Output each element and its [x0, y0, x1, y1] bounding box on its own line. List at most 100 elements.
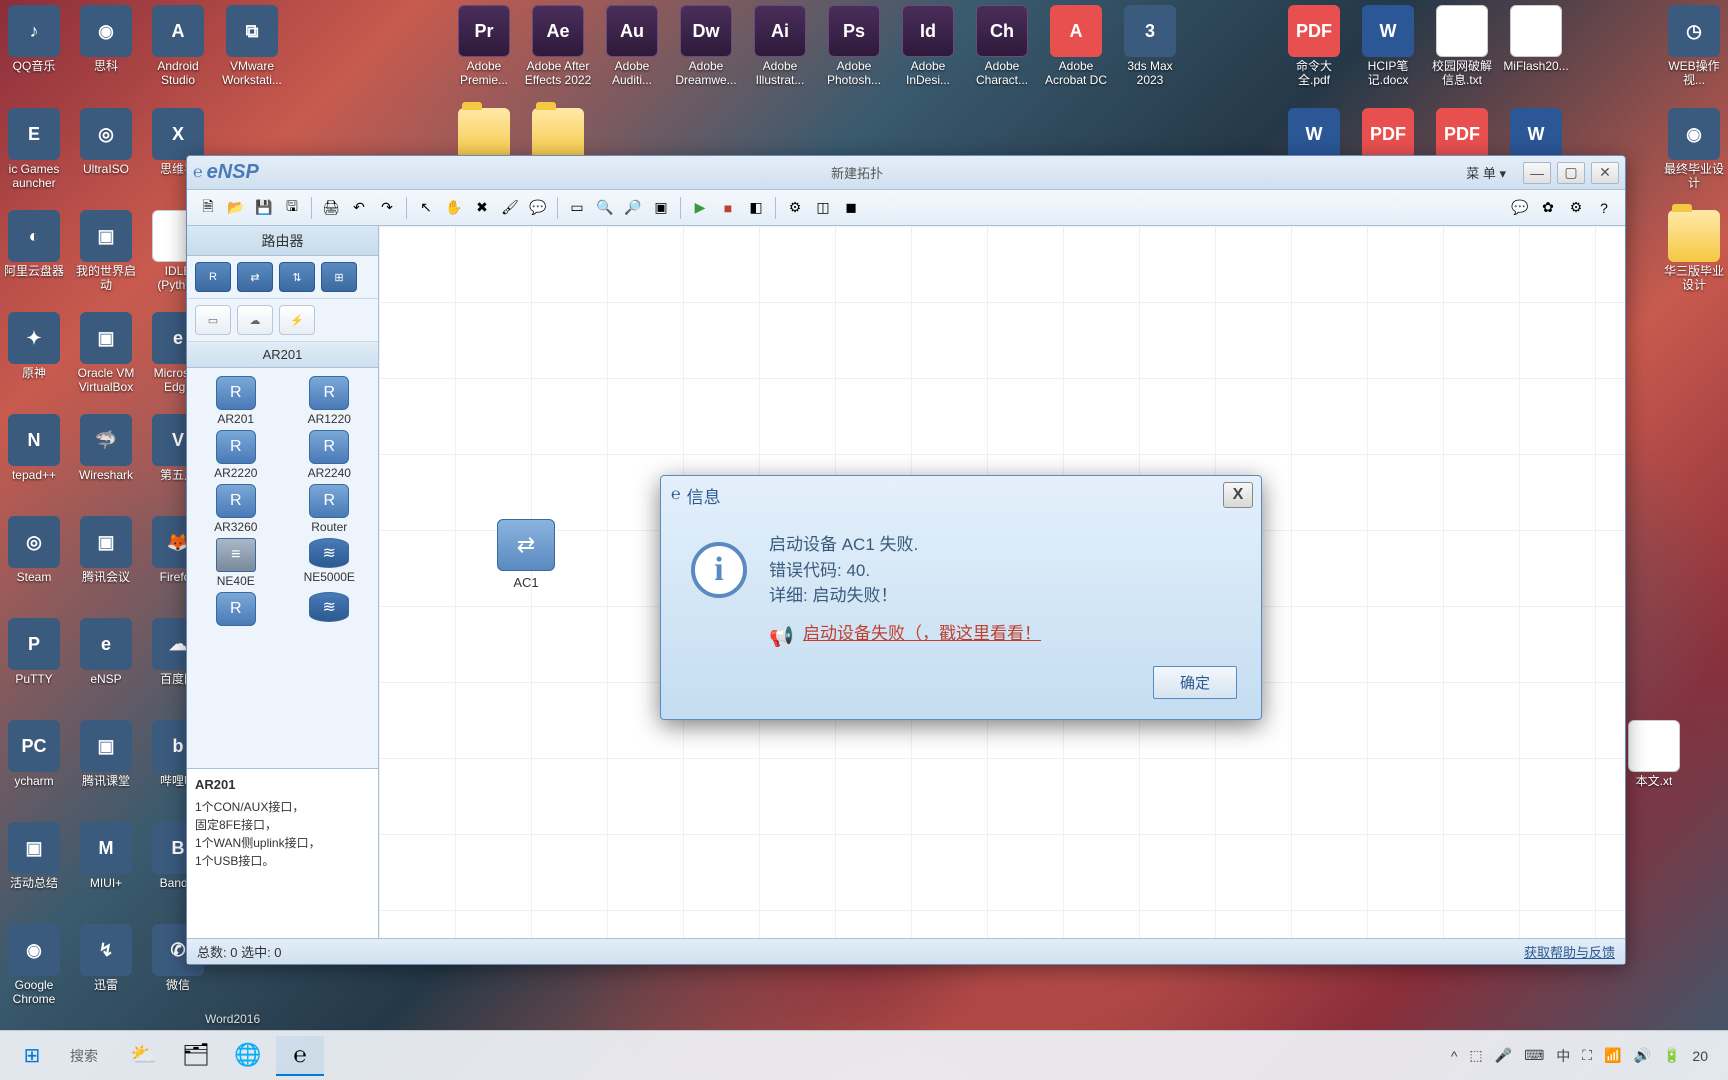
toolbar-fit-button[interactable]: ▣ [648, 195, 674, 221]
search-box[interactable]: 搜索 [60, 1038, 116, 1074]
desktop-icon[interactable]: ◷WEB操作视... [1660, 5, 1728, 88]
toolbar-zoom-out-button[interactable]: 🔍 [592, 195, 618, 221]
desktop-icon[interactable]: ≡MiFlash20... [1502, 5, 1570, 74]
desktop-icon[interactable]: PCycharm [0, 720, 68, 789]
desktop-icon[interactable]: ▣腾讯课堂 [72, 720, 140, 789]
minimize-button[interactable]: — [1523, 162, 1551, 184]
category-button[interactable]: ⇄ [237, 262, 273, 292]
toolbar-select-button[interactable]: ↖ [413, 195, 439, 221]
toolbar-help-button[interactable]: ? [1591, 195, 1617, 221]
toolbar-new-button[interactable]: 🗎 [195, 195, 221, 221]
desktop-icon[interactable]: ≡校园网破解信息.txt [1428, 5, 1496, 88]
desktop-icon[interactable]: ↯迅雷 [72, 924, 140, 993]
tray-icon[interactable]: 📶 [1604, 1047, 1621, 1064]
titlebar[interactable]: ℮eNSP 新建拓扑 菜 单 ▾ — ▢ ✕ [187, 156, 1625, 190]
toolbar-pan-button[interactable]: ✋ [441, 195, 467, 221]
toolbar-brush-button[interactable]: 🖌 [497, 195, 523, 221]
toolbar-save-button[interactable]: 💾 [251, 195, 277, 221]
error-help-link[interactable]: 启动设备失败（，戳这里看看！ [803, 621, 1041, 647]
desktop-icon[interactable]: PDF命令大全.pdf [1280, 5, 1348, 88]
desktop-icon[interactable]: ⧉VMware Workstati... [218, 5, 286, 88]
dialog-close-button[interactable]: X [1223, 482, 1253, 508]
device-item[interactable]: RRouter [285, 484, 375, 534]
device-item[interactable]: ≡NE40E [191, 538, 281, 588]
toolbar-huawei-button[interactable]: ✿ [1535, 195, 1561, 221]
desktop-icon[interactable]: DwAdobe Dreamwe... [672, 5, 740, 88]
category-button[interactable]: ⊞ [321, 262, 357, 292]
task-app-explorer[interactable]: 🗂 [172, 1036, 220, 1076]
toolbar-theme-button[interactable]: ◼ [838, 195, 864, 221]
category-button[interactable]: R [195, 262, 231, 292]
maximize-button[interactable]: ▢ [1557, 162, 1585, 184]
desktop-icon[interactable]: MMIUI+ [72, 822, 140, 891]
toolbar-open-button[interactable]: 📂 [223, 195, 249, 221]
desktop-icon[interactable]: AAdobe Acrobat DC [1042, 5, 1110, 88]
desktop-icon[interactable]: ▣Oracle VM VirtualBox [72, 312, 140, 395]
device-item[interactable]: ≋ [285, 592, 375, 628]
device-item[interactable]: RAR1220 [285, 376, 375, 426]
desktop-icon[interactable]: ▣活动总结 [0, 822, 68, 891]
tray-icon[interactable]: 🔋 [1663, 1047, 1680, 1064]
toolbar-print-button[interactable]: 🖨 [318, 195, 344, 221]
category-button[interactable]: ☁ [237, 305, 273, 335]
desktop-icon[interactable]: PPuTTY [0, 618, 68, 687]
menu-button[interactable]: 菜 单 ▾ [1455, 159, 1517, 186]
desktop-icon[interactable]: ◉思科 [72, 5, 140, 74]
toolbar-note-button[interactable]: 💬 [525, 195, 551, 221]
desktop-icon[interactable]: IdAdobe InDesi... [894, 5, 962, 88]
desktop-icon[interactable]: eeNSP [72, 618, 140, 687]
tray-icon[interactable]: 中 [1556, 1046, 1570, 1066]
desktop-icon[interactable]: ◎UltraISO [72, 108, 140, 177]
desktop-icon[interactable]: ✦原神 [0, 312, 68, 381]
task-app-ensp[interactable]: ℮ [276, 1036, 324, 1076]
toolbar-start-button[interactable]: ▶ [687, 195, 713, 221]
toolbar-undo-button[interactable]: ↶ [346, 195, 372, 221]
desktop-icon[interactable]: Ntepad++ [0, 414, 68, 483]
dialog-title[interactable]: ℮ 信息 [661, 476, 1261, 514]
toolbar-chat-button[interactable]: 💬 [1507, 195, 1533, 221]
desktop-icon[interactable]: AuAdobe Auditi... [598, 5, 666, 88]
desktop-icon[interactable]: PrAdobe Premie... [450, 5, 518, 88]
tray-icon[interactable]: ⛶ [1582, 1047, 1592, 1064]
toolbar-save-all-button[interactable]: 🖫 [279, 195, 305, 221]
desktop-icon[interactable]: 华三版毕业设计 [1660, 210, 1728, 293]
ok-button[interactable]: 确定 [1153, 666, 1237, 699]
desktop-icon[interactable]: ▣腾讯会议 [72, 516, 140, 585]
toolbar-settings-button[interactable]: ⚙ [1563, 195, 1589, 221]
desktop-icon[interactable]: ChAdobe Charact... [968, 5, 1036, 88]
desktop-icon[interactable]: 33ds Max 2023 [1116, 5, 1184, 88]
device-item[interactable]: RAR2240 [285, 430, 375, 480]
toolbar-rect-button[interactable]: ▭ [564, 195, 590, 221]
desktop-icon[interactable]: Eic Games auncher [0, 108, 68, 191]
canvas-node-ac1[interactable]: ⇄ AC1 [497, 519, 555, 590]
desktop-icon[interactable]: AAndroid Studio [144, 5, 212, 88]
task-app-weather[interactable]: ⛅ [120, 1036, 168, 1076]
tray-icon[interactable]: ⬚ [1469, 1047, 1482, 1064]
device-item[interactable]: ≋NE5000E [285, 538, 375, 588]
desktop-icon[interactable]: 🦈Wireshark [72, 414, 140, 483]
toolbar-config-button[interactable]: ⚙ [782, 195, 808, 221]
desktop-icon[interactable]: ◉最终毕业设计 [1660, 108, 1728, 191]
category-button[interactable]: ▭ [195, 305, 231, 335]
toolbar-zoom-in-button[interactable]: 🔎 [620, 195, 646, 221]
desktop-icon[interactable]: AiAdobe Illustrat... [746, 5, 814, 88]
toolbar-redo-button[interactable]: ↷ [374, 195, 400, 221]
category-button[interactable]: ⇅ [279, 262, 315, 292]
desktop-icon[interactable]: ◉Google Chrome [0, 924, 68, 1007]
device-item[interactable]: RAR2220 [191, 430, 281, 480]
tray-clock[interactable]: 20 [1692, 1048, 1708, 1064]
desktop-icon[interactable]: ◎Steam [0, 516, 68, 585]
category-button[interactable]: ⚡ [279, 305, 315, 335]
device-item[interactable]: R [191, 592, 281, 628]
close-button[interactable]: ✕ [1591, 162, 1619, 184]
desktop-icon[interactable]: ◐阿里云盘器 [0, 210, 68, 279]
toolbar-stop-button[interactable]: ■ [715, 195, 741, 221]
tray-icon[interactable]: 🔊 [1634, 1047, 1651, 1064]
desktop-icon[interactable]: ≡本文.xt [1620, 720, 1688, 789]
toolbar-layout-button[interactable]: ◫ [810, 195, 836, 221]
help-feedback-link[interactable]: 获取帮助与反馈 [1524, 942, 1615, 961]
tray-icon[interactable]: 🎤 [1495, 1047, 1512, 1064]
toolbar-capture-button[interactable]: ◧ [743, 195, 769, 221]
desktop-icon[interactable]: AeAdobe After Effects 2022 [524, 5, 592, 88]
desktop-icon[interactable]: ▣我的世界启动 [72, 210, 140, 293]
